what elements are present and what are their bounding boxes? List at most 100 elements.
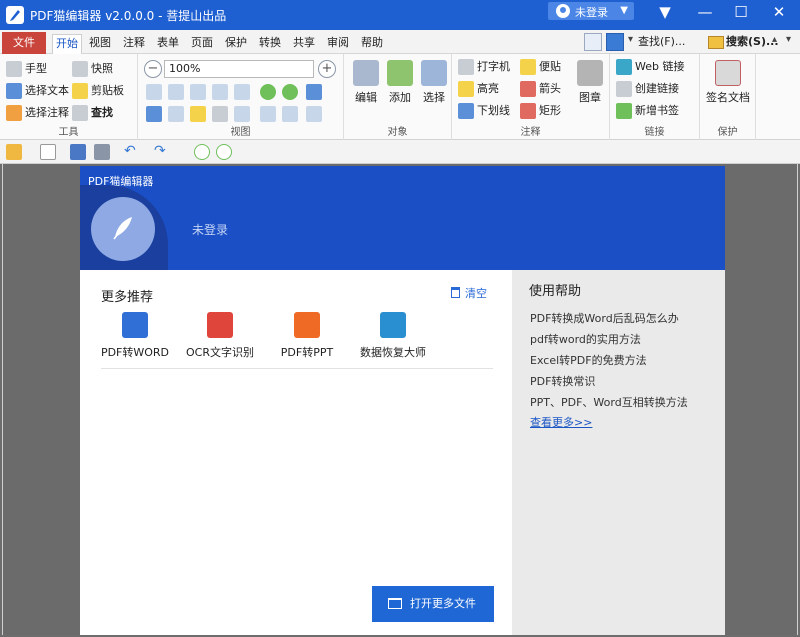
- ribbon-collapse-icon[interactable]: ▴: [772, 34, 777, 45]
- tab-page[interactable]: 页面: [188, 34, 216, 54]
- recommend-pane: 更多推荐 清空 PDF转WORD OCR文字识别 PDF转PPT 数据恢复大师 …: [80, 270, 512, 635]
- rectangle-button[interactable]: 矩形: [520, 102, 561, 120]
- open-more-files-button[interactable]: 打开更多文件: [372, 586, 494, 622]
- rotate-right-icon[interactable]: [282, 84, 298, 100]
- layer-panel-icon[interactable]: [234, 106, 250, 122]
- tools-group: 手型 快照 选择文本 剪贴板 选择注释 查找 工具: [0, 54, 138, 140]
- rectangle-icon: [520, 103, 536, 119]
- tab-protect[interactable]: 保护: [222, 34, 250, 54]
- view-settings-icon[interactable]: [306, 84, 322, 100]
- open-folder-icon[interactable]: [6, 144, 22, 160]
- quick-access-toolbar: ↶ ↷: [0, 140, 800, 164]
- select-annotation-button[interactable]: 选择注释: [6, 104, 69, 122]
- object-group-label: 对象: [387, 127, 408, 138]
- add-bookmark-button[interactable]: 新增书签: [616, 102, 679, 120]
- thumbnail-panel-icon[interactable]: [168, 106, 184, 122]
- print-icon[interactable]: [94, 144, 110, 160]
- add-object-icon: [387, 60, 413, 86]
- login-status-text[interactable]: 未登录: [192, 221, 228, 238]
- ribbon-options-icon[interactable]: ▾: [786, 34, 791, 45]
- sign-document-button[interactable]: 签名文档: [704, 60, 752, 105]
- typewriter-button[interactable]: 打字机: [458, 58, 510, 76]
- clear-button[interactable]: 清空: [451, 285, 487, 301]
- folder-icon: [388, 598, 402, 609]
- tab-form[interactable]: 表单: [154, 34, 182, 54]
- page-width-icon[interactable]: [168, 84, 184, 100]
- help-pane: 使用帮助 PDF转换成Word后乱码怎么办 pdf转word的实用方法 Exce…: [512, 270, 725, 635]
- app-data-recovery[interactable]: 数据恢复大师: [353, 312, 433, 360]
- clipboard-button[interactable]: 剪贴板: [72, 82, 124, 100]
- continuous-page-icon[interactable]: [212, 84, 228, 100]
- sign-document-icon: [715, 60, 741, 86]
- chevron-down-icon[interactable]: ▾: [628, 34, 633, 45]
- app-logo-icon: [6, 6, 24, 24]
- snapshot-button[interactable]: 快照: [72, 60, 113, 78]
- app-ocr[interactable]: OCR文字识别: [180, 312, 260, 360]
- search-button[interactable]: 搜索(S)...: [706, 32, 779, 52]
- rotate-left-icon[interactable]: [260, 84, 276, 100]
- two-page-icon[interactable]: [234, 84, 250, 100]
- login-status-button[interactable]: 未登录 ▼: [548, 2, 634, 20]
- comment-panel-icon[interactable]: [190, 106, 206, 122]
- sticky-note-button[interactable]: 便贴: [520, 58, 561, 76]
- highlight-icon: [458, 81, 474, 97]
- tab-share[interactable]: 共享: [290, 34, 318, 54]
- zoom-select[interactable]: 100%: [164, 60, 314, 78]
- title-bar: PDF猫编辑器 v2.0.0.0 - 菩提山出品 未登录 ▼ ▼ — ☐ ✕: [0, 0, 800, 30]
- avatar[interactable]: [91, 197, 155, 261]
- zoom-out-button[interactable]: −: [144, 60, 162, 78]
- redo-icon[interactable]: ↷: [154, 144, 170, 160]
- tab-start[interactable]: 开始: [52, 34, 82, 54]
- typewriter-icon: [458, 59, 474, 75]
- undo-icon[interactable]: ↶: [124, 144, 140, 160]
- divider: [101, 368, 493, 369]
- page-fit-icon[interactable]: [146, 84, 162, 100]
- page-crop-icon[interactable]: [306, 106, 322, 122]
- page-settings-icon[interactable]: [260, 106, 276, 122]
- previous-page-icon[interactable]: [194, 144, 210, 160]
- bookmark-panel-icon[interactable]: [146, 106, 162, 122]
- window-title: PDF猫编辑器 v2.0.0.0 - 菩提山出品: [30, 9, 227, 23]
- fit-page-icon[interactable]: [584, 33, 602, 51]
- save-icon[interactable]: [70, 144, 86, 160]
- start-panel: PDF猫编辑器 未登录 更多推荐 清空 PDF转WORD OCR文字识别 PDF…: [80, 166, 725, 635]
- next-page-icon[interactable]: [216, 144, 232, 160]
- camera-icon: [72, 61, 88, 77]
- help-link[interactable]: PPT、PDF、Word互相转换方法: [530, 394, 688, 410]
- stamp-button[interactable]: 图章: [570, 60, 610, 105]
- close-button[interactable]: ✕: [762, 0, 796, 24]
- hand-tool-button[interactable]: 手型: [6, 60, 47, 78]
- app-pdf-to-word[interactable]: PDF转WORD: [95, 312, 175, 360]
- find-tool-button[interactable]: 查找: [72, 104, 113, 122]
- tab-file[interactable]: 文件: [2, 32, 46, 54]
- single-page-icon[interactable]: [190, 84, 206, 100]
- zoom-in-button[interactable]: +: [318, 60, 336, 78]
- help-link[interactable]: Excel转PDF的免费方法: [530, 352, 647, 368]
- tab-annotate[interactable]: 注释: [120, 34, 148, 54]
- select-text-button[interactable]: 选择文本: [6, 82, 69, 100]
- see-more-link[interactable]: 查看更多>>: [530, 414, 592, 430]
- panel-header: PDF猫编辑器 未登录: [80, 166, 725, 270]
- translate-icon[interactable]: [606, 33, 624, 51]
- page-rotate-icon[interactable]: [282, 106, 298, 122]
- new-document-icon[interactable]: [40, 144, 56, 160]
- help-link[interactable]: PDF转换常识: [530, 373, 595, 389]
- tab-review[interactable]: 审阅: [324, 34, 352, 54]
- underline-button[interactable]: 下划线: [458, 102, 510, 120]
- maximize-button[interactable]: ☐: [724, 0, 758, 24]
- select-object-button[interactable]: 选择: [414, 60, 454, 105]
- tab-view[interactable]: 视图: [86, 34, 114, 54]
- create-link-button[interactable]: 创建链接: [616, 80, 679, 98]
- tab-help[interactable]: 帮助: [358, 34, 386, 54]
- find-button[interactable]: 查找(F)...: [638, 33, 704, 51]
- highlight-button[interactable]: 高亮: [458, 80, 499, 98]
- app-pdf-to-ppt[interactable]: PDF转PPT: [267, 312, 347, 360]
- attachment-panel-icon[interactable]: [212, 106, 228, 122]
- help-link[interactable]: pdf转word的实用方法: [530, 331, 641, 347]
- help-link[interactable]: PDF转换成Word后乱码怎么办: [530, 310, 679, 326]
- minimize-button[interactable]: —: [688, 0, 722, 24]
- tab-convert[interactable]: 转换: [256, 34, 284, 54]
- menu-dropdown-icon[interactable]: ▼: [648, 0, 682, 24]
- arrow-button[interactable]: 箭头: [520, 80, 561, 98]
- web-link-button[interactable]: Web 链接: [616, 58, 684, 76]
